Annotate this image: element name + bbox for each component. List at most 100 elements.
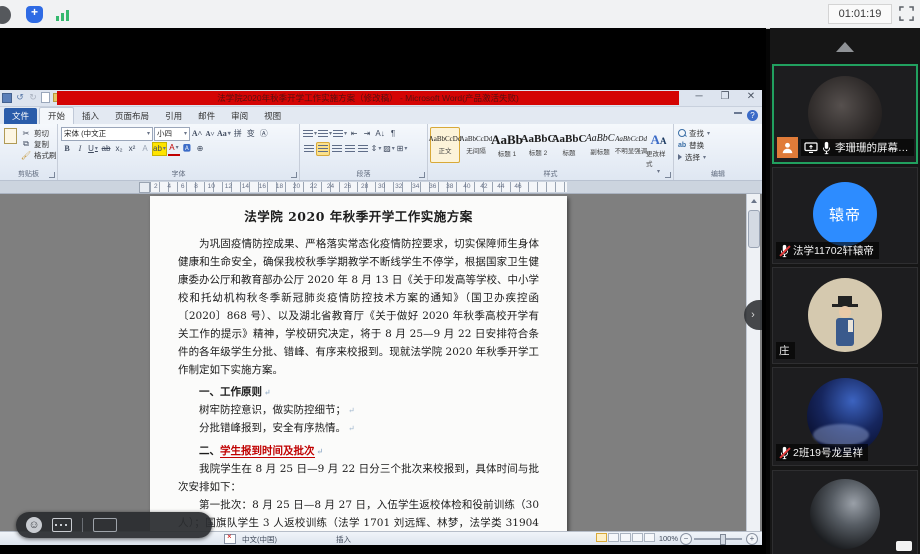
- language-indicator[interactable]: 中文(中国): [242, 534, 277, 545]
- participant-tile[interactable]: 庄: [772, 267, 918, 364]
- document-page[interactable]: 法学院 2020 年秋季开学工作实施方案 为巩固疫情防控成果、严格落实常态化疫情…: [150, 196, 567, 531]
- undo-icon[interactable]: ↺: [15, 93, 25, 103]
- line-spacing-button[interactable]: ⇕: [370, 143, 382, 155]
- borders-button[interactable]: ⊞: [396, 143, 408, 155]
- participant-tile[interactable]: 吴永芳: [772, 470, 918, 554]
- outline-view-button[interactable]: [632, 533, 643, 542]
- shield-plus-icon[interactable]: [26, 6, 43, 23]
- select-button[interactable]: 选择▾: [678, 152, 758, 162]
- redo-icon[interactable]: ↻: [28, 93, 38, 103]
- font-name-select[interactable]: 宋体 (中文正: [61, 127, 153, 141]
- spellcheck-icon[interactable]: [224, 534, 236, 544]
- phonetic-guide-icon[interactable]: 拼: [232, 128, 244, 140]
- restore-button[interactable]: ❐: [718, 91, 732, 102]
- tab-page-layout[interactable]: 页面布局: [107, 108, 157, 124]
- participant-tile[interactable]: 2班19号龙呈祥: [772, 367, 918, 466]
- collapse-up-icon[interactable]: [836, 42, 854, 52]
- tab-home[interactable]: 开始: [39, 107, 74, 124]
- distribute-button[interactable]: [357, 143, 369, 155]
- bold-button[interactable]: B: [61, 143, 73, 155]
- italic-button[interactable]: I: [74, 143, 86, 155]
- tab-review[interactable]: 审阅: [223, 108, 256, 124]
- style-title[interactable]: AaBbC 标题: [554, 127, 584, 163]
- format-painter-button[interactable]: 🖌格式刷: [20, 150, 57, 160]
- cut-button[interactable]: ✂剪切: [20, 128, 57, 138]
- enclose-char-icon[interactable]: Ⓐ: [258, 128, 270, 140]
- shrink-font-icon[interactable]: A˅: [204, 128, 216, 140]
- justify-button[interactable]: [344, 143, 356, 155]
- help-icon[interactable]: [747, 110, 758, 121]
- tab-file[interactable]: 文件: [4, 108, 37, 124]
- dialog-launcher-icon[interactable]: [419, 172, 425, 178]
- tab-insert[interactable]: 插入: [74, 108, 107, 124]
- zoom-level[interactable]: 100%: [659, 534, 678, 543]
- new-doc-icon[interactable]: [41, 92, 50, 103]
- zoom-slider-thumb[interactable]: [720, 534, 726, 545]
- circle-char-icon[interactable]: ⊕: [194, 143, 206, 155]
- tab-selector-icon[interactable]: [139, 182, 150, 193]
- style-no-spacing[interactable]: AaBbCcDd 无间隔: [461, 127, 491, 163]
- replace-button[interactable]: ab替换: [678, 140, 758, 150]
- align-center-button[interactable]: [316, 142, 330, 156]
- vertical-scrollbar[interactable]: [746, 194, 760, 531]
- close-button[interactable]: ✕: [744, 91, 758, 102]
- fullscreen-icon[interactable]: [899, 6, 914, 21]
- keyboard-icon[interactable]: [52, 518, 72, 532]
- font-size-select[interactable]: 小四: [154, 127, 190, 141]
- decrease-indent-icon[interactable]: ⇤: [348, 128, 360, 140]
- print-layout-view-button[interactable]: [596, 533, 607, 542]
- bullets-button[interactable]: [303, 128, 317, 140]
- find-button[interactable]: 查找▾: [678, 128, 758, 138]
- clear-format-icon[interactable]: A: [139, 143, 151, 155]
- strikethrough-button[interactable]: ab: [100, 143, 112, 155]
- scrollbar-thumb[interactable]: [748, 210, 760, 248]
- font-color-button[interactable]: A: [168, 142, 180, 156]
- participant-tile[interactable]: 李珊珊的屏幕…: [772, 64, 918, 164]
- zoom-slider[interactable]: [694, 538, 742, 540]
- dialog-launcher-icon[interactable]: [665, 172, 671, 178]
- horizontal-ruler[interactable]: 2 4 6 8 10 12 14 16 18 20 22 24 26 28 30…: [0, 181, 762, 194]
- sort-icon[interactable]: A↓: [374, 128, 386, 140]
- more-tools-icon[interactable]: [93, 518, 117, 532]
- participant-tile[interactable]: 辕帝 法学11702轩辕帝: [772, 167, 918, 264]
- web-layout-view-button[interactable]: [620, 533, 631, 542]
- floating-toolbar[interactable]: [16, 512, 212, 538]
- minimize-button[interactable]: ─: [692, 91, 706, 102]
- numbering-button[interactable]: [318, 128, 332, 140]
- fullscreen-reading-view-button[interactable]: [608, 533, 619, 542]
- copy-button[interactable]: ⧉复制: [20, 139, 57, 149]
- highlight-button[interactable]: ab: [152, 142, 167, 156]
- minimize-ribbon-icon[interactable]: [734, 112, 742, 119]
- insert-mode-indicator[interactable]: 插入: [336, 534, 351, 545]
- style-heading2[interactable]: AaBbC 标题 2: [523, 127, 553, 163]
- superscript-button[interactable]: x²: [126, 143, 138, 155]
- char-shading-icon[interactable]: 🅰: [181, 143, 193, 155]
- dialog-launcher-icon[interactable]: [49, 172, 55, 178]
- multilevel-list-button[interactable]: [333, 128, 347, 140]
- tab-view[interactable]: 视图: [256, 108, 289, 124]
- char-border-icon[interactable]: 变: [245, 128, 257, 140]
- shading-button[interactable]: ▨: [383, 143, 395, 155]
- save-icon[interactable]: [2, 93, 12, 103]
- show-marks-icon[interactable]: ¶: [387, 128, 399, 140]
- draft-view-button[interactable]: [644, 533, 655, 542]
- emoji-icon[interactable]: [26, 517, 42, 533]
- word-titlebar[interactable]: ↺ ↻ ▾ 法学院2020年秋季开学工作实施方案（修改稿） - Microsof…: [0, 90, 762, 107]
- align-right-button[interactable]: [331, 143, 343, 155]
- style-heading1[interactable]: AaBb 标题 1: [492, 127, 522, 163]
- change-case-icon[interactable]: Aa: [217, 128, 231, 140]
- style-subtle-emphasis[interactable]: AaBbCcDd 不明显强调: [616, 127, 646, 163]
- dialog-launcher-icon[interactable]: [291, 172, 297, 178]
- underline-button[interactable]: U: [87, 143, 99, 155]
- grow-font-icon[interactable]: A˄: [191, 128, 203, 140]
- subscript-button[interactable]: x₂: [113, 143, 125, 155]
- style-subtitle[interactable]: AaBbC 副标题: [585, 127, 615, 163]
- tab-mailings[interactable]: 邮件: [190, 108, 223, 124]
- scroll-up-icon[interactable]: [747, 194, 760, 207]
- zoom-in-button[interactable]: +: [746, 533, 758, 545]
- increase-indent-icon[interactable]: ⇥: [361, 128, 373, 140]
- tab-references[interactable]: 引用: [157, 108, 190, 124]
- style-normal[interactable]: AaBbCcDd 正文: [430, 127, 460, 163]
- align-left-button[interactable]: [303, 143, 315, 155]
- zoom-out-button[interactable]: −: [680, 533, 692, 545]
